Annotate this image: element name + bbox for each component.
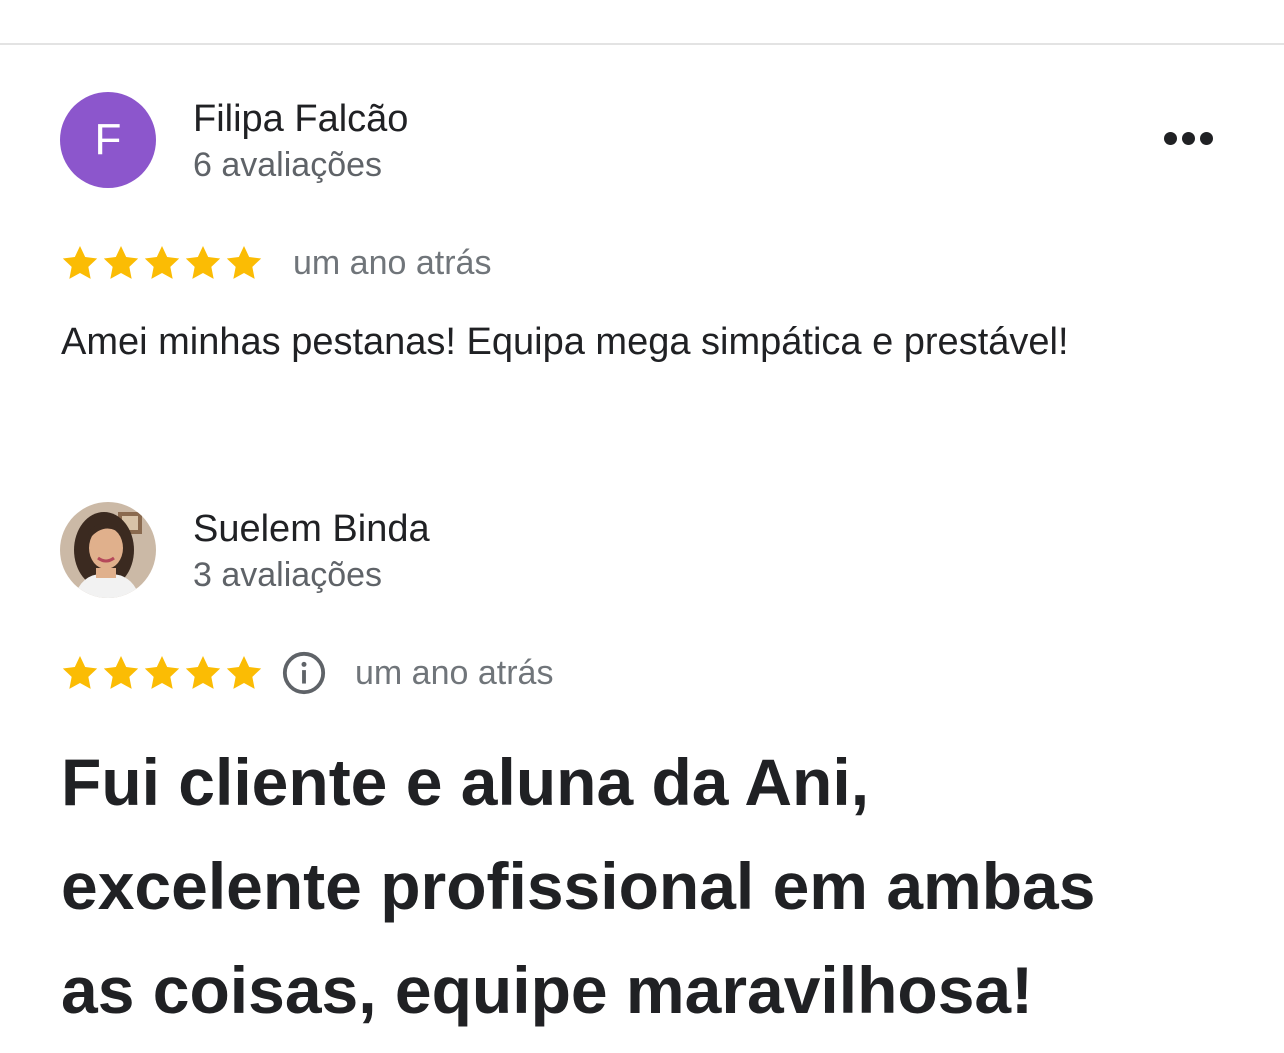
reviewer-name[interactable]: Suelem Binda [193, 506, 430, 552]
star-icon [185, 656, 221, 689]
more-options-button[interactable] [1156, 124, 1220, 154]
avatar-photo [60, 502, 156, 598]
info-icon[interactable] [281, 650, 327, 696]
star-icon [185, 246, 221, 279]
rating-row: um ano atrás [60, 238, 491, 288]
more-dot [1200, 132, 1213, 145]
reviewer-name[interactable]: Filipa Falcão [193, 96, 408, 142]
review-date: um ano atrás [355, 653, 554, 692]
star-icon [103, 246, 139, 279]
star-icon [103, 656, 139, 689]
more-dot [1182, 132, 1195, 145]
star-rating [60, 653, 265, 693]
rating-row: um ano atrás [60, 648, 553, 698]
star-icon [62, 656, 98, 689]
review-count: 6 avaliações [193, 146, 383, 184]
avatar[interactable]: F [60, 92, 156, 188]
star-icon [144, 246, 180, 279]
review-date: um ano atrás [293, 243, 492, 282]
star-icon [226, 656, 262, 689]
review-count: 3 avaliações [193, 556, 383, 594]
star-icon [226, 246, 262, 279]
avatar[interactable] [60, 502, 156, 598]
more-horizontal-icon [1164, 132, 1177, 145]
star-rating [60, 243, 265, 283]
review-text: Amei minhas pestanas! Equipa mega simpát… [61, 321, 1069, 363]
star-icon [62, 246, 98, 279]
review-text: Fui cliente e aluna da Ani, excelente pr… [61, 745, 1096, 1027]
star-icon [144, 656, 180, 689]
top-divider [0, 43, 1284, 45]
